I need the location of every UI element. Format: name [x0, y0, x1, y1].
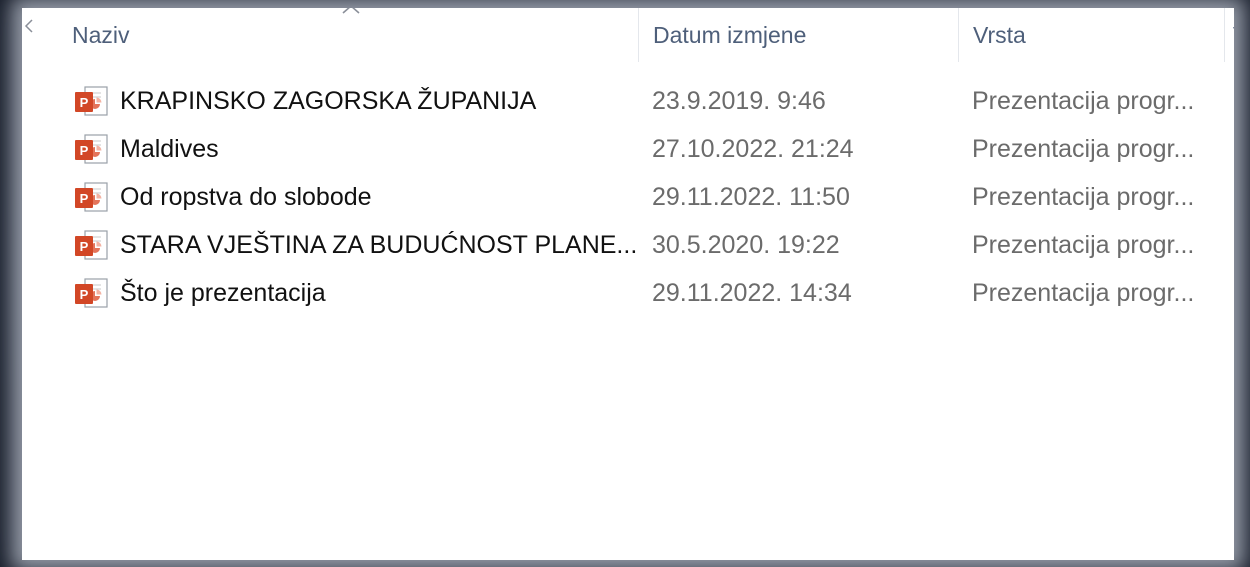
file-name: Što je prezentacija — [120, 278, 326, 307]
file-explorer-window: Naziv Datum izmjene Vrsta V P KRAPINSKO Z… — [22, 8, 1234, 560]
file-row[interactable]: P Maldives 27.10.2022. 21:24 Prezentacija p… — [58, 126, 1228, 172]
svg-text:P: P — [80, 287, 89, 302]
powerpoint-file-icon: P — [75, 230, 108, 260]
file-row[interactable]: P Što je prezentacija 29.11.2022. 14:34 Pre… — [58, 270, 1228, 316]
file-row[interactable]: P Od ropstva do slobode 29.11.2022. 11:50 P… — [58, 174, 1228, 220]
column-header-name[interactable]: Naziv — [58, 8, 638, 62]
column-header-type-label: Vrsta — [973, 21, 1026, 48]
file-name: Od ropstva do slobode — [120, 182, 372, 211]
column-header-truncated-label: V — [1233, 22, 1234, 49]
column-header-name-label: Naziv — [72, 21, 130, 48]
svg-text:P: P — [80, 191, 89, 206]
column-header-type[interactable]: Vrsta — [958, 8, 1224, 62]
file-type: Prezentacija progr... — [972, 278, 1195, 307]
svg-text:P: P — [80, 143, 89, 158]
svg-text:P: P — [80, 239, 89, 254]
file-type: Prezentacija progr... — [972, 230, 1195, 259]
file-date-modified: 30.5.2020. 19:22 — [652, 230, 840, 259]
powerpoint-file-icon: P — [75, 134, 108, 164]
file-row[interactable]: P KRAPINSKO ZAGORSKA ŽUPANIJA 23.9.2019. 9… — [58, 78, 1228, 124]
screenshot-frame: Naziv Datum izmjene Vrsta V P KRAPINSKO Z… — [0, 0, 1250, 567]
file-type: Prezentacija progr... — [972, 134, 1195, 163]
svg-text:P: P — [80, 95, 89, 110]
powerpoint-file-icon: P — [75, 182, 108, 212]
file-date-modified: 27.10.2022. 21:24 — [652, 134, 854, 163]
column-header-date-modified[interactable]: Datum izmjene — [638, 8, 958, 62]
file-date-modified: 29.11.2022. 14:34 — [652, 278, 852, 307]
file-row[interactable]: P STARA VJEŠTINA ZA BUDUĆNOST PLANE... 30.… — [58, 222, 1228, 268]
file-name: STARA VJEŠTINA ZA BUDUĆNOST PLANE... — [120, 230, 638, 259]
file-date-modified: 23.9.2019. 9:46 — [652, 86, 826, 115]
file-name: Maldives — [120, 134, 219, 163]
powerpoint-file-icon: P — [75, 278, 108, 308]
file-name: KRAPINSKO ZAGORSKA ŽUPANIJA — [120, 86, 537, 115]
chevron-left-icon — [24, 19, 33, 33]
file-type: Prezentacija progr... — [972, 182, 1195, 211]
file-type: Prezentacija progr... — [972, 86, 1195, 115]
file-date-modified: 29.11.2022. 11:50 — [652, 182, 850, 211]
column-header-truncated[interactable]: V — [1224, 8, 1234, 62]
powerpoint-file-icon: P — [75, 86, 108, 116]
column-header-bar: Naziv Datum izmjene Vrsta V — [22, 8, 1234, 62]
column-header-date-label: Datum izmjene — [653, 21, 807, 48]
